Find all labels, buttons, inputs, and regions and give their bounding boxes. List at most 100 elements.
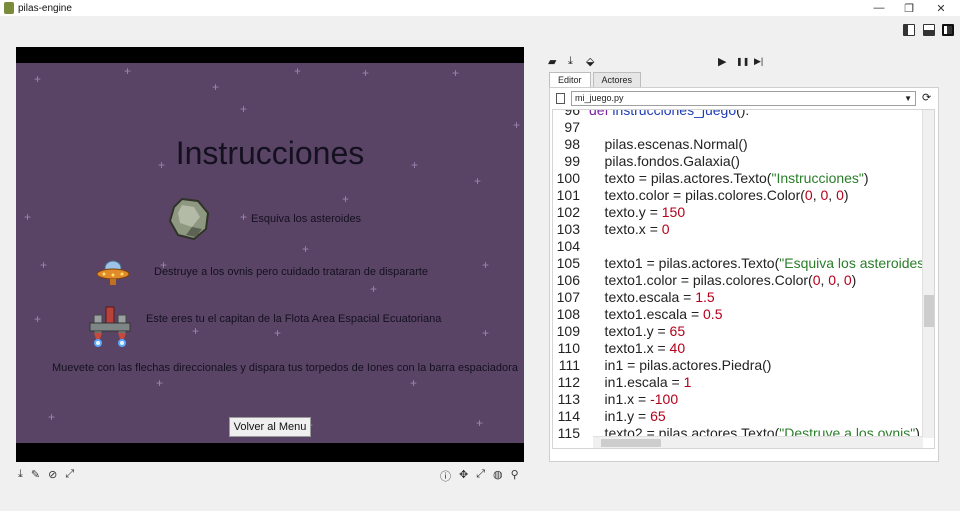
layout-right-icon[interactable]	[942, 24, 954, 36]
instruction-ufos: Destruye a los ovnis pero cuidado tratar…	[154, 266, 428, 278]
line-number: 107	[556, 289, 580, 305]
game-stage[interactable]: + + + + + + + + + + + + + + + + + + + + …	[16, 63, 524, 443]
minimize-button[interactable]: —	[864, 0, 894, 16]
line-number: 104	[556, 238, 580, 254]
spaceship-icon	[89, 306, 131, 347]
code-line[interactable]: 108 texto1.escala = 0.5	[553, 306, 923, 323]
code-line[interactable]: 110 texto1.x = 40	[553, 340, 923, 357]
code-token: texto.escala =	[589, 289, 696, 305]
info-icon[interactable]: ⓘ	[440, 468, 451, 484]
code-token: 0	[661, 221, 670, 237]
code-line[interactable]: 114 in1.y = 65	[553, 408, 923, 425]
line-number: 101	[556, 187, 580, 203]
line-number: 110	[557, 340, 580, 356]
pin-icon[interactable]: ⚲	[511, 468, 519, 484]
title-bar: pilas-engine	[0, 0, 960, 16]
code-token: ,	[836, 272, 844, 288]
star: +	[40, 258, 48, 272]
line-number: 103	[556, 221, 580, 237]
code-token: def	[589, 109, 613, 118]
line-number: 97	[564, 119, 580, 135]
code-line[interactable]: 98 pilas.escenas.Normal()	[553, 136, 923, 153]
code-line[interactable]: 97	[553, 119, 923, 136]
star: +	[482, 326, 490, 340]
step-icon[interactable]: ▶|	[754, 56, 763, 67]
code-editor[interactable]: 96 def instrucciones_juego(): 97 98 pilas.e…	[552, 109, 935, 449]
code-line[interactable]: 96 def instrucciones_juego():	[553, 109, 923, 119]
code-token: "Esquiva los asteroides"	[779, 255, 930, 271]
save-icon[interactable]: ⤓	[568, 55, 573, 68]
code-token: )	[851, 272, 857, 288]
stop-icon[interactable]: ⊘	[48, 468, 57, 481]
code-line[interactable]: 102 texto.y = 150	[553, 204, 923, 221]
code-token: )	[843, 187, 849, 203]
star: +	[124, 64, 132, 78]
app-icon	[4, 2, 14, 14]
line-number: 96	[564, 109, 580, 118]
code-line[interactable]: 99 pilas.fondos.Galaxia()	[553, 153, 923, 170]
pause-icon[interactable]: ❚❚	[736, 57, 749, 66]
globe-icon[interactable]: ◍	[493, 468, 503, 484]
export-icon[interactable]: ⬙	[586, 55, 594, 68]
layout-left-icon[interactable]	[903, 24, 915, 36]
horizontal-scroll-thumb[interactable]	[601, 439, 661, 447]
code-line[interactable]: 103 texto.x = 0	[553, 221, 923, 238]
tab-actors[interactable]: Actores	[592, 72, 642, 87]
code-line[interactable]: 112 in1.escala = 1	[553, 374, 923, 391]
save-image-icon[interactable]: ⤓	[18, 468, 23, 481]
line-number: 108	[556, 306, 580, 322]
star: +	[240, 102, 248, 116]
code-token: 0	[836, 187, 844, 203]
code-token: 65	[669, 323, 686, 339]
fullscreen-icon[interactable]: ⤢	[65, 468, 74, 481]
move-icon[interactable]: ✥	[459, 468, 468, 484]
code-token: )	[863, 170, 869, 186]
star: +	[192, 324, 200, 338]
file-select[interactable]: mi_juego.py ▼	[571, 91, 916, 106]
code-line[interactable]: 101 texto.color = pilas.colores.Color(0,…	[553, 187, 923, 204]
code-line[interactable]: 113 in1.x = -100	[553, 391, 923, 408]
code-token: 40	[669, 340, 686, 356]
code-line[interactable]: 109 texto1.y = 65	[553, 323, 923, 340]
line-number: 99	[564, 153, 580, 169]
layout-bottom-icon[interactable]	[923, 24, 935, 36]
line-number: 98	[564, 136, 580, 152]
code-line[interactable]: 105 texto1 = pilas.actores.Texto("Esquiv…	[553, 255, 934, 272]
code-line[interactable]: 106 texto1.color = pilas.colores.Color(0…	[553, 272, 923, 289]
code-token: instrucciones_juego	[612, 109, 737, 118]
code-token: texto1.color = pilas.colores.Color(	[589, 272, 813, 288]
code-token: texto.y =	[589, 204, 662, 220]
vertical-scrollbar[interactable]	[922, 110, 934, 438]
code-token: texto1.y =	[589, 323, 670, 339]
right-bottom-toolbar: ⓘ ✥ ⤢ ◍ ⚲	[440, 468, 519, 484]
ufo-icon	[96, 260, 130, 285]
expand-icon[interactable]: ⤢	[476, 468, 485, 484]
star: +	[240, 210, 248, 224]
code-line[interactable]: 104	[553, 238, 923, 255]
panel-tabs: Editor Actores	[549, 72, 643, 87]
star: +	[410, 376, 418, 390]
close-button[interactable]: ✕	[926, 0, 956, 16]
star: +	[342, 192, 350, 206]
code-token: in1.y =	[589, 408, 651, 424]
code-token: 65	[650, 408, 666, 424]
code-line[interactable]: 107 texto.escala = 1.5	[553, 289, 923, 306]
line-number: 105	[556, 255, 580, 271]
line-number: 112	[557, 374, 580, 390]
instruction-asteroids: Esquiva los asteroides	[251, 213, 362, 225]
horizontal-scrollbar[interactable]	[593, 436, 923, 448]
code-line[interactable]: 111 in1 = pilas.actores.Piedra()	[553, 357, 923, 374]
code-line[interactable]: 100 texto = pilas.actores.Texto("Instruc…	[553, 170, 923, 187]
star: +	[476, 416, 484, 430]
game-canvas[interactable]: + + + + + + + + + + + + + + + + + + + + …	[16, 47, 524, 462]
back-to-menu-button[interactable]: Volver al Menu	[229, 417, 311, 437]
restore-button[interactable]: ❐	[894, 0, 924, 16]
run-icon[interactable]: ▶	[718, 55, 726, 68]
wrench-icon[interactable]: ✎	[31, 468, 40, 481]
open-folder-icon[interactable]: ▰	[548, 55, 556, 68]
star: +	[212, 80, 220, 94]
reload-icon[interactable]: ⟳	[922, 91, 931, 104]
tab-editor[interactable]: Editor	[549, 72, 591, 87]
star: +	[294, 64, 302, 78]
vertical-scroll-thumb[interactable]	[924, 295, 934, 327]
